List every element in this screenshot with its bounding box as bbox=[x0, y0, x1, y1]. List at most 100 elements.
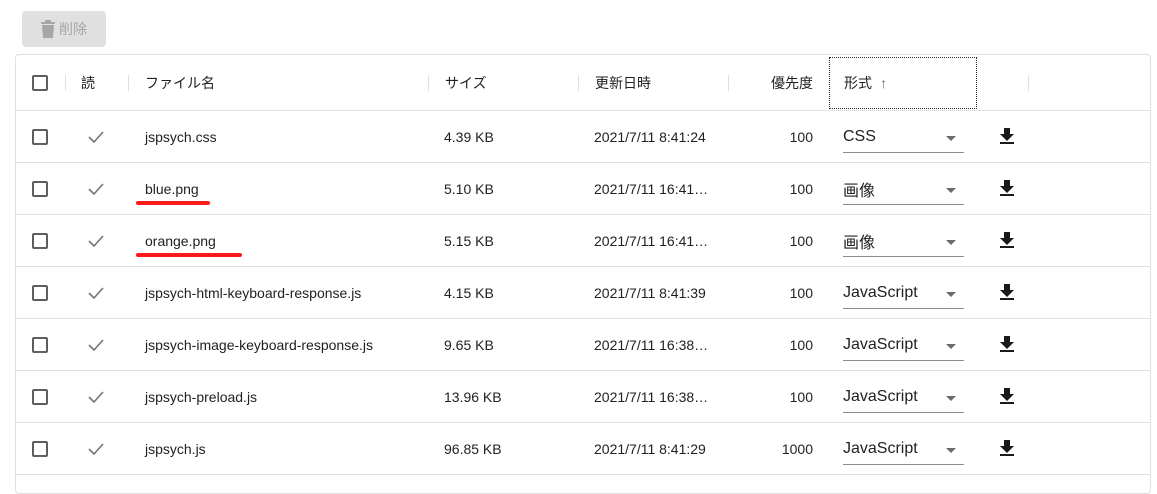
row-checkbox-cell[interactable] bbox=[32, 215, 48, 266]
row-checkbox-cell[interactable] bbox=[32, 267, 48, 318]
updated-cell: 2021/7/11 16:41… bbox=[594, 232, 709, 249]
column-header-updated[interactable]: 更新日時 bbox=[595, 55, 651, 110]
column-header-filename[interactable]: ファイル名 bbox=[145, 55, 215, 110]
download-icon[interactable] bbox=[998, 283, 1016, 301]
dropdown-arrow-icon bbox=[946, 292, 956, 297]
column-header-format[interactable]: 形式 ↑ bbox=[844, 55, 887, 110]
size-cell: 13.96 KB bbox=[444, 388, 502, 405]
dropdown-arrow-icon bbox=[946, 344, 956, 349]
table-row[interactable]: jspsych-html-keyboard-response.js 4.15 K… bbox=[16, 267, 1150, 319]
size-cell: 4.15 KB bbox=[444, 284, 494, 301]
table-row[interactable]: jspsych.js 96.85 KB 2021/7/11 8:41:29 10… bbox=[16, 423, 1150, 475]
row-checkbox-cell[interactable] bbox=[32, 423, 48, 474]
trash-icon bbox=[41, 20, 55, 38]
read-check-icon bbox=[88, 371, 104, 422]
row-checkbox[interactable] bbox=[32, 336, 48, 353]
priority-cell: 100 bbox=[789, 180, 813, 197]
filename-cell: jspsych-preload.js bbox=[145, 388, 258, 405]
column-separator[interactable] bbox=[65, 75, 66, 91]
priority-cell: 100 bbox=[789, 128, 813, 145]
table-row[interactable]: jspsych.css 4.39 KB 2021/7/11 8:41:24 10… bbox=[16, 111, 1150, 163]
column-header-size[interactable]: サイズ bbox=[445, 55, 487, 110]
format-select[interactable]: JavaScript bbox=[843, 433, 964, 465]
sort-ascending-icon[interactable]: ↑ bbox=[880, 75, 887, 91]
row-checkbox[interactable] bbox=[32, 388, 48, 405]
updated-cell: 2021/7/11 16:38… bbox=[594, 336, 709, 353]
dropdown-arrow-icon bbox=[946, 396, 956, 401]
row-checkbox[interactable] bbox=[32, 232, 48, 249]
filename-cell: orange.png bbox=[145, 232, 216, 249]
table-row[interactable]: jspsych-image-keyboard-response.js 9.65 … bbox=[16, 319, 1150, 371]
download-icon[interactable] bbox=[998, 335, 1016, 353]
highlight-underline bbox=[136, 201, 210, 205]
row-checkbox-cell[interactable] bbox=[32, 163, 48, 214]
size-cell: 5.10 KB bbox=[444, 180, 494, 197]
dropdown-arrow-icon bbox=[946, 188, 956, 193]
format-select-value: JavaScript bbox=[843, 335, 918, 353]
download-icon[interactable] bbox=[998, 179, 1016, 197]
priority-cell: 1000 bbox=[781, 440, 813, 457]
updated-cell: 2021/7/11 16:38… bbox=[594, 388, 709, 405]
download-icon[interactable] bbox=[998, 387, 1016, 405]
read-check-icon bbox=[88, 163, 104, 214]
row-checkbox-cell[interactable] bbox=[32, 371, 48, 422]
highlight-underline bbox=[136, 253, 242, 257]
column-separator[interactable] bbox=[428, 75, 429, 91]
format-select[interactable]: 画像 bbox=[843, 225, 964, 257]
format-select[interactable]: CSS bbox=[843, 121, 964, 153]
filename-cell: jspsych.css bbox=[145, 128, 217, 145]
format-select[interactable]: JavaScript bbox=[843, 277, 964, 309]
table-header: 読 ファイル名 サイズ 更新日時 優先度 形式 ↑ bbox=[16, 55, 1150, 111]
column-separator[interactable] bbox=[728, 75, 729, 91]
read-check-icon bbox=[88, 423, 104, 474]
dropdown-arrow-icon bbox=[946, 448, 956, 453]
column-header-priority[interactable]: 優先度 bbox=[736, 55, 813, 110]
updated-cell: 2021/7/11 16:41… bbox=[594, 180, 709, 197]
download-icon[interactable] bbox=[998, 231, 1016, 249]
download-icon[interactable] bbox=[998, 439, 1016, 457]
format-select[interactable]: JavaScript bbox=[843, 381, 964, 413]
read-check-icon bbox=[88, 111, 104, 162]
format-select-value: CSS bbox=[843, 127, 876, 145]
priority-cell: 100 bbox=[789, 284, 813, 301]
updated-cell: 2021/7/11 8:41:29 bbox=[594, 440, 706, 457]
select-all-checkbox[interactable] bbox=[32, 74, 48, 91]
format-select[interactable]: JavaScript bbox=[843, 329, 964, 361]
format-select-value: JavaScript bbox=[843, 283, 918, 301]
column-separator[interactable] bbox=[1028, 75, 1029, 91]
dropdown-arrow-icon bbox=[946, 136, 956, 141]
table-row[interactable]: jspsych-preload.js 13.96 KB 2021/7/11 16… bbox=[16, 371, 1150, 423]
format-select-value: 画像 bbox=[843, 182, 876, 200]
read-check-icon bbox=[88, 319, 104, 370]
row-checkbox[interactable] bbox=[32, 128, 48, 145]
row-checkbox[interactable] bbox=[32, 180, 48, 197]
size-cell: 4.39 KB bbox=[444, 128, 494, 145]
priority-cell: 100 bbox=[789, 232, 813, 249]
read-check-icon bbox=[88, 215, 104, 266]
filename-cell: jspsych.js bbox=[145, 440, 206, 457]
format-select-value: 画像 bbox=[843, 234, 876, 252]
delete-button[interactable]: 削除 bbox=[22, 11, 106, 47]
priority-cell: 100 bbox=[789, 388, 813, 405]
row-checkbox[interactable] bbox=[32, 284, 48, 301]
dropdown-arrow-icon bbox=[946, 240, 956, 245]
file-table: 読 ファイル名 サイズ 更新日時 優先度 形式 ↑ jspsych.css 4.… bbox=[15, 54, 1151, 494]
download-icon[interactable] bbox=[998, 127, 1016, 145]
row-checkbox[interactable] bbox=[32, 440, 48, 457]
row-checkbox-cell[interactable] bbox=[32, 111, 48, 162]
size-cell: 9.65 KB bbox=[444, 336, 494, 353]
select-all-checkbox-cell[interactable] bbox=[32, 55, 48, 110]
column-separator[interactable] bbox=[578, 75, 579, 91]
format-select[interactable]: 画像 bbox=[843, 173, 964, 205]
table-row[interactable]: orange.png 5.15 KB 2021/7/11 16:41… 100 … bbox=[16, 215, 1150, 267]
size-cell: 96.85 KB bbox=[444, 440, 502, 457]
delete-button-label: 削除 bbox=[59, 21, 87, 37]
column-header-read[interactable]: 読 bbox=[81, 55, 95, 110]
table-row[interactable]: blue.png 5.10 KB 2021/7/11 16:41… 100 画像 bbox=[16, 163, 1150, 215]
row-checkbox-cell[interactable] bbox=[32, 319, 48, 370]
column-separator[interactable] bbox=[128, 75, 129, 91]
filename-cell: blue.png bbox=[145, 180, 199, 197]
table-body: jspsych.css 4.39 KB 2021/7/11 8:41:24 10… bbox=[16, 111, 1150, 475]
priority-cell: 100 bbox=[789, 336, 813, 353]
filename-cell: jspsych-image-keyboard-response.js bbox=[145, 336, 373, 353]
